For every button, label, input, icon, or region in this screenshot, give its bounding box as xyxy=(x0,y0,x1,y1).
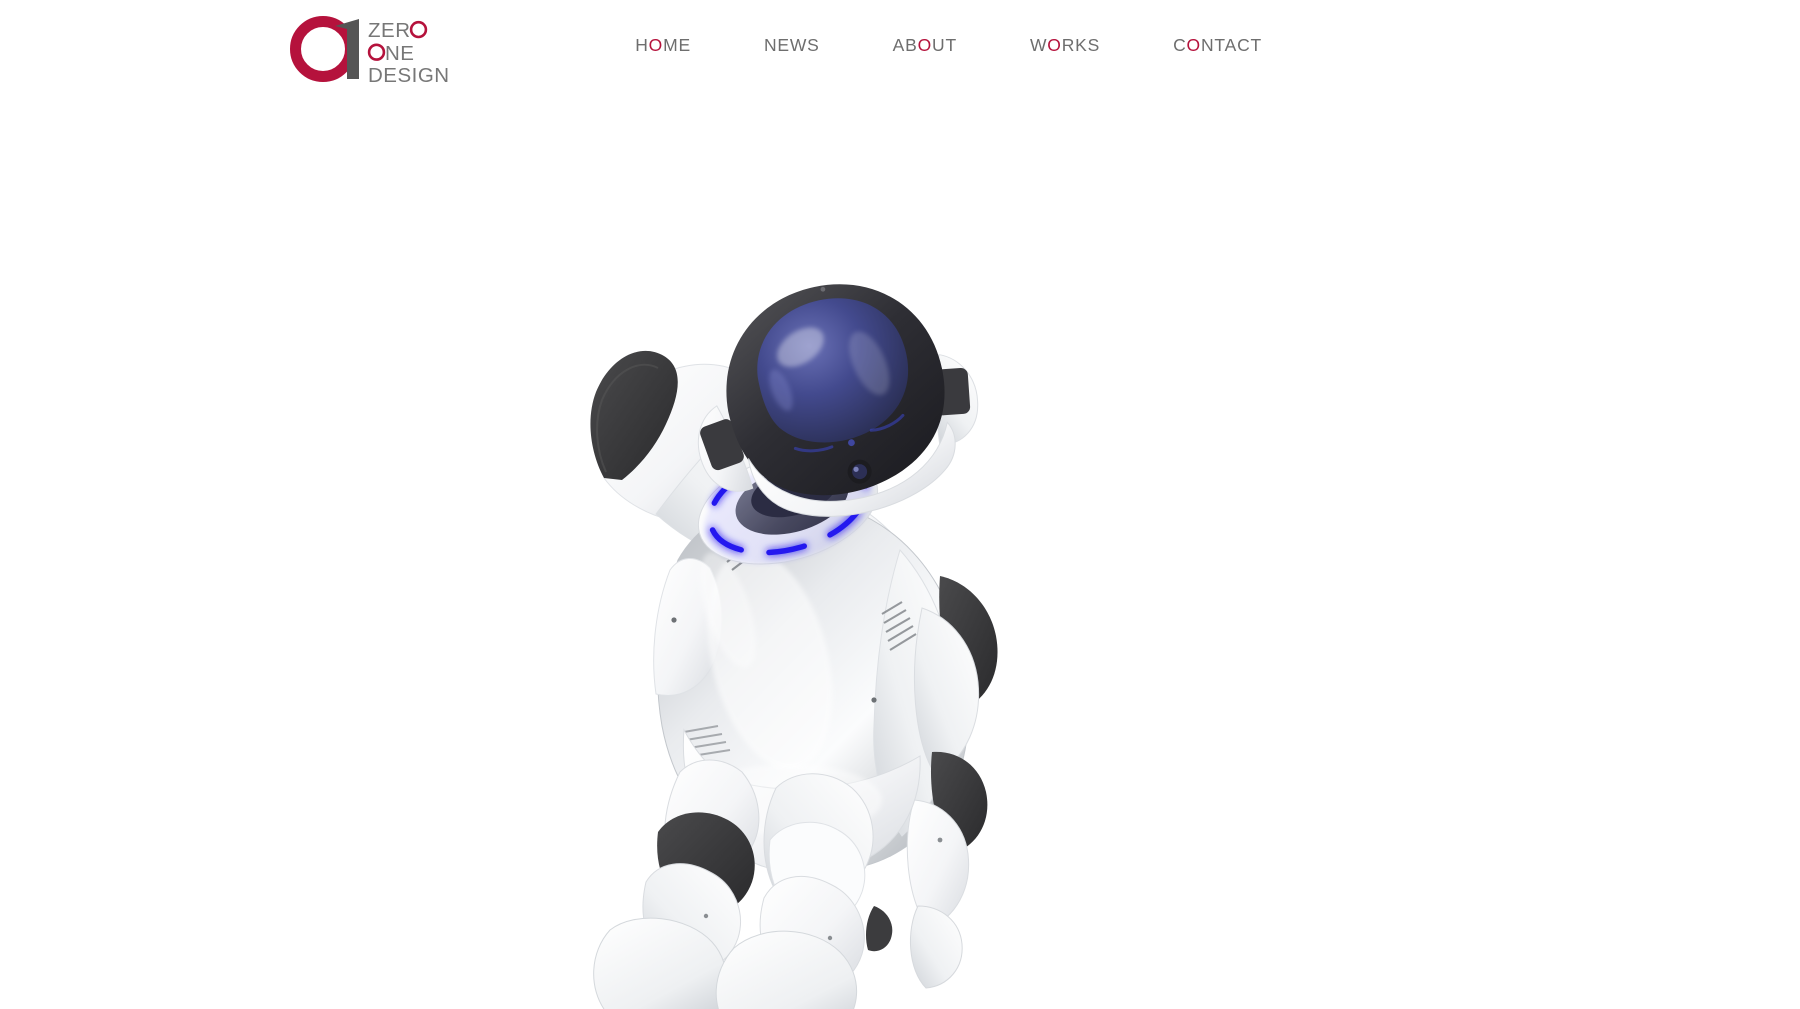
nav-about-post: UT xyxy=(932,35,957,55)
site-logo[interactable]: ZER NE DESIGN xyxy=(289,15,461,83)
logo-one-o-icon xyxy=(367,43,386,61)
nav-home-accent-o: O xyxy=(648,35,664,55)
logo-zero-ring-icon xyxy=(290,16,356,82)
nav-contact-pre: C xyxy=(1173,35,1187,55)
nav-works-post: RKS xyxy=(1061,35,1101,55)
nav-item-news[interactable]: NEWS xyxy=(764,33,820,57)
nav-home-pre: H xyxy=(635,35,649,55)
torso-sensor-dot-left xyxy=(671,617,677,623)
logo-line-design-text: DESIGN xyxy=(368,64,450,83)
logo-zero-o-icon xyxy=(409,20,428,39)
nav-about-accent-o: O xyxy=(917,35,933,55)
hero-robot-image xyxy=(470,140,1030,1009)
site-header: ZER NE DESIGN HOME NEWS ABOUT WORKS CONT… xyxy=(0,0,1800,100)
nav-news-pre: NEWS xyxy=(763,35,820,55)
nav-home-post: ME xyxy=(663,35,691,55)
nav-item-about[interactable]: ABOUT xyxy=(893,33,957,57)
nav-item-contact[interactable]: CONTACT xyxy=(1173,33,1262,57)
nav-item-home[interactable]: HOME xyxy=(635,33,691,57)
hero-section xyxy=(0,100,1800,1009)
nav-contact-accent-o: O xyxy=(1186,35,1201,55)
nav-item-works[interactable]: WORKS xyxy=(1030,33,1100,57)
logo-svg: ZER NE DESIGN xyxy=(290,16,450,83)
page-root: ZER NE DESIGN HOME NEWS ABOUT WORKS CONT… xyxy=(0,0,1800,1009)
logo-line-zero-text: ZER xyxy=(368,19,411,42)
nav-works-accent-o: O xyxy=(1047,35,1062,55)
logo-wordmark: ZER NE DESIGN xyxy=(367,19,450,83)
torso-sensor-dot-right xyxy=(871,697,877,703)
right-hand xyxy=(909,905,963,989)
nav-about-pre: AB xyxy=(892,35,918,55)
nav-works-pre: W xyxy=(1029,35,1048,55)
robot-illustration-svg xyxy=(590,284,998,1009)
logo-line-one-text: NE xyxy=(385,42,414,65)
primary-navigation: HOME NEWS ABOUT WORKS CONTACT xyxy=(635,33,1262,57)
nav-contact-post: NTACT xyxy=(1200,35,1262,55)
